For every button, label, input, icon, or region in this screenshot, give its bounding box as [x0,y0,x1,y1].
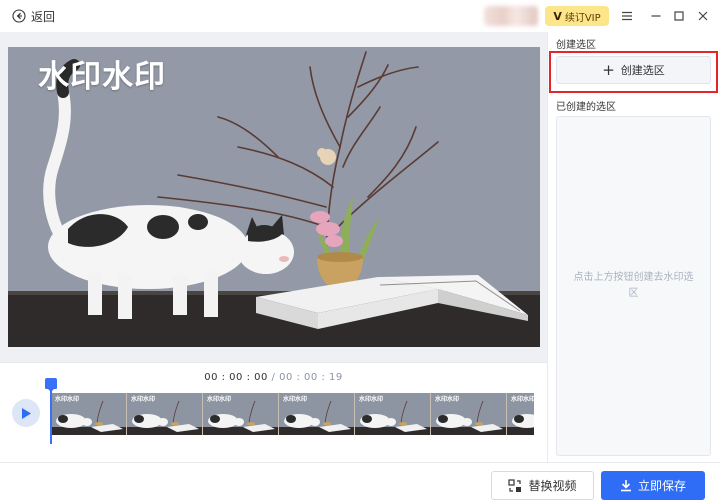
close-icon [698,11,708,21]
filmstrip-frame: 水印水印 [51,393,127,435]
create-selection-label: 创建选区 [620,64,665,77]
vip-renew-button[interactable]: V 续订VIP [545,6,609,26]
frame-watermark: 水印水印 [359,396,384,403]
vip-label: 续订VIP [564,12,601,24]
filmstrip-frame: 水印水印 [203,393,279,435]
frame-watermark: 水印水印 [435,396,460,403]
menu-button[interactable] [619,8,635,24]
filmstrip-frame: 水印水印 [279,393,355,435]
video-preview[interactable]: 水印水印 [8,47,540,347]
created-section-label: 已创建的选区 [556,102,616,113]
frame-watermark: 水印水印 [511,396,534,403]
frame-watermark: 水印水印 [207,396,232,403]
maximize-icon [674,11,684,21]
create-selection-button[interactable]: + 创建选区 [556,56,711,84]
replace-video-button[interactable]: 替换视频 [491,471,594,500]
frame-watermark: 水印水印 [131,396,156,403]
filmstrip-frame: 水印水印 [127,393,203,435]
save-now-button[interactable]: 立即保存 [601,471,705,500]
arrow-left-icon [12,9,26,23]
create-section-label: 创建选区 [556,40,596,51]
frame-watermark: 水印水印 [55,396,80,403]
close-button[interactable] [695,8,711,24]
vip-v-icon: V [553,9,562,23]
playhead-handle[interactable] [45,378,57,392]
playhead[interactable] [50,387,52,444]
footer-bar: 替换视频 立即保存 [0,462,720,504]
time-separator: / [267,372,280,383]
filmstrip-frame: 水印水印 [431,393,507,435]
timeline: 00 : 00 : 00 / 00 : 00 : 19 水印水印 水印水印 水印水印… [0,362,547,462]
total-time: 00 : 00 : 19 [279,372,343,383]
back-label: 返回 [31,9,56,24]
user-avatar[interactable] [484,6,538,26]
current-time: 00 : 00 : 00 [204,372,268,383]
menu-icon [622,11,632,21]
created-selections-list: 点击上方按钮创建去水印选区 [556,116,711,456]
empty-hint: 点击上方按钮创建去水印选区 [573,272,694,299]
timecode: 00 : 00 : 00 / 00 : 00 : 19 [0,372,547,383]
save-now-label: 立即保存 [637,479,686,493]
title-bar: 返回 V 续订VIP [0,0,720,32]
filmstrip-frame: 水印水印 [507,393,534,435]
watermark-text: 水印水印 [38,59,166,95]
filmstrip[interactable]: 水印水印 水印水印 水印水印 水印水印 水印水印 水印水印 水印水印 [51,393,534,435]
plus-icon: + [602,60,615,79]
minimize-button[interactable] [648,8,664,24]
replace-video-label: 替换视频 [528,479,577,493]
swap-icon [508,478,522,492]
minimize-icon [651,15,661,17]
download-icon [620,480,631,492]
back-button[interactable]: 返回 [12,7,55,25]
play-button[interactable] [12,399,40,427]
frame-watermark: 水印水印 [283,396,308,403]
filmstrip-frame: 水印水印 [355,393,431,435]
play-icon [22,407,31,419]
maximize-button[interactable] [671,8,687,24]
